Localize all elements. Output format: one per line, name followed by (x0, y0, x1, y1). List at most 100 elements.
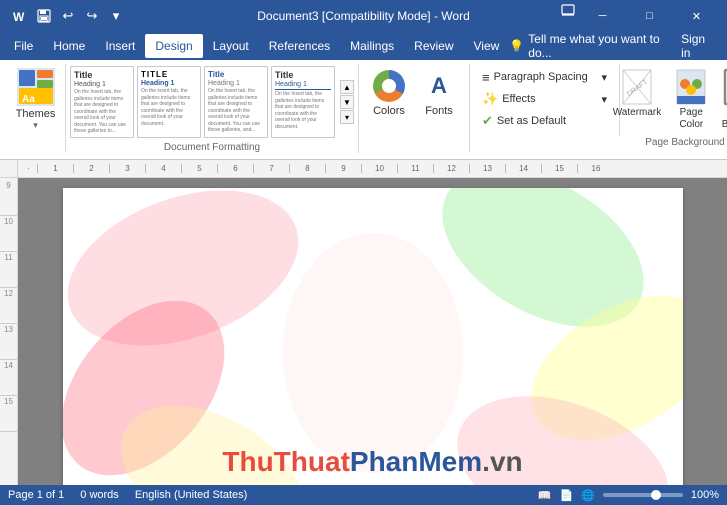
menu-design[interactable]: Design (145, 34, 202, 58)
thumb3-heading: Heading 1 (208, 80, 264, 87)
colors-fonts-group: Colors A Fonts (359, 64, 470, 152)
tell-me-text[interactable]: Tell me what you want to do... (528, 32, 673, 60)
document-content[interactable]: ThuThuatPhanMem.vn (18, 178, 727, 485)
page-color-icon (673, 68, 709, 106)
effects-arrow: ▾ (601, 93, 607, 106)
doc-formatting-content: Title Heading 1 On the Insert tab, the g… (70, 66, 354, 138)
page-bg-buttons: DRAFT Watermark (609, 66, 727, 133)
zoom-thumb (651, 490, 661, 500)
page-borders-button[interactable]: PageBorders (717, 66, 727, 133)
watermark-label: Watermark (613, 107, 662, 119)
watermark-part4: vn (490, 446, 523, 477)
fonts-button[interactable]: A Fonts (415, 66, 463, 119)
horizontal-ruler: · 1 2 3 4 5 6 7 8 9 10 11 12 13 14 15 16 (18, 160, 727, 178)
effects-group: ≡ Paragraph Spacing ▾ ✨ Effects ▾ ✔ Set … (470, 64, 620, 136)
check-icon: ✔ (482, 113, 493, 129)
ruler-mark-14: 14 (0, 360, 17, 396)
page-background-floral (63, 188, 683, 485)
set-as-default-label: Set as Default (497, 115, 566, 127)
page-background-label: Page Background (628, 135, 727, 148)
colors-button[interactable]: Colors (365, 66, 413, 119)
thumb1-title: Title (74, 70, 130, 80)
tell-me[interactable]: 💡 Tell me what you want to do... (509, 32, 673, 60)
svg-text:W: W (13, 10, 25, 24)
thumb2-heading: Heading 1 (141, 80, 197, 87)
customize-qat-icon[interactable]: ▾ (106, 6, 126, 26)
doc-format-thumbs: Title Heading 1 On the Insert tab, the g… (70, 66, 354, 138)
title-bar: W ↩ ↪ ▾ Document3 [Compatibility Mode] -… (0, 0, 727, 32)
thumb1-heading: Heading 1 (74, 81, 130, 88)
ruler-mark-11: 11 (0, 252, 17, 288)
doc-format-thumb-4[interactable]: Title Heading 1 On the Insert tab, the g… (271, 66, 335, 138)
menu-references[interactable]: References (259, 34, 340, 58)
thumb3-text: On the Insert tab, the galleries include… (208, 88, 264, 134)
doc-formatting-group: Title Heading 1 On the Insert tab, the g… (66, 64, 359, 153)
redo-icon[interactable]: ↪ (82, 6, 102, 26)
scroll-down-button[interactable]: ▼ (340, 95, 354, 109)
paragraph-spacing-button[interactable]: ≡ Paragraph Spacing ▾ (478, 66, 611, 88)
menu-review[interactable]: Review (404, 34, 463, 58)
ruler-mark-12: 12 (0, 288, 17, 324)
word-icon: W (8, 6, 28, 26)
sign-in-button[interactable]: Sign in (673, 30, 723, 62)
colors-fonts-content: Colors A Fonts (365, 66, 463, 148)
doc-area: 9 10 11 12 13 14 15 (0, 178, 727, 485)
print-layout-icon[interactable]: 📄 (559, 489, 573, 502)
doc-format-thumb-2[interactable]: TITLE Heading 1 On the insert tab, the g… (137, 66, 201, 138)
svg-text:Aa: Aa (22, 94, 35, 105)
doc-format-thumb-3[interactable]: Title Heading 1 On the Insert tab, the g… (204, 66, 268, 138)
paragraph-spacing-arrow: ▾ (601, 71, 607, 84)
window-title: Document3 [Compatibility Mode] - Word (257, 9, 470, 23)
color-circle-inner (382, 79, 396, 93)
read-mode-icon[interactable]: 📖 (538, 489, 552, 502)
doc-format-thumb-1[interactable]: Title Heading 1 On the Insert tab, the g… (70, 66, 134, 138)
menu-view[interactable]: View (464, 34, 510, 58)
themes-icon: Aa (17, 68, 55, 106)
page-count: Page 1 of 1 (8, 489, 64, 501)
menu-mailings[interactable]: Mailings (340, 34, 404, 58)
zoom-slider[interactable] (603, 493, 683, 497)
menu-home[interactable]: Home (43, 34, 95, 58)
save-icon[interactable] (34, 6, 54, 26)
thumb-scroll: ▲ ▼ ▾ (340, 80, 354, 124)
ruler-container: · 1 2 3 4 5 6 7 8 9 10 11 12 13 14 15 16 (0, 160, 727, 178)
minimize-button[interactable]: ─ (580, 0, 625, 32)
watermark-brand-text: ThuThuatPhanMem.vn (222, 446, 522, 478)
doc-formatting-label: Document Formatting (164, 142, 260, 153)
zoom-level: 100% (691, 489, 719, 501)
scroll-up-button[interactable]: ▲ (340, 80, 354, 94)
menu-layout[interactable]: Layout (203, 34, 259, 58)
thumb4-text: On the Insert tab, the galleries include… (275, 91, 331, 130)
scroll-expand-button[interactable]: ▾ (340, 110, 354, 124)
themes-button[interactable]: Aa Themes ▾ (11, 66, 61, 133)
maximize-button[interactable]: □ (627, 0, 672, 32)
ruler-mark-9: 9 (0, 180, 17, 216)
document-page[interactable]: ThuThuatPhanMem.vn (63, 188, 683, 485)
thumb2-title: TITLE (141, 70, 197, 79)
watermark-icon: DRAFT (619, 68, 655, 106)
effects-icon: ✨ (482, 91, 498, 107)
thumb4-title: Title (275, 70, 331, 80)
thumb3-title: Title (208, 70, 264, 79)
status-left: Page 1 of 1 0 words English (United Stat… (8, 489, 247, 501)
page-borders-icon (721, 68, 727, 106)
undo-icon[interactable]: ↩ (58, 6, 78, 26)
effects-button[interactable]: ✨ Effects ▾ (478, 88, 611, 110)
watermark-part1: ThuThuat (222, 446, 350, 477)
menu-insert[interactable]: Insert (95, 34, 145, 58)
ruler-mark-15: 15 (0, 396, 17, 432)
fonts-icon: A (421, 68, 457, 104)
page-color-button[interactable]: PageColor (669, 66, 713, 133)
status-right: 📖 📄 🌐 100% (538, 489, 719, 502)
thumb2-text: On the insert tab, the galleries include… (141, 88, 197, 127)
menu-file[interactable]: File (4, 34, 43, 58)
quick-access-toolbar: ↩ ↪ ▾ (34, 6, 126, 26)
page-background-group: DRAFT Watermark (620, 64, 727, 152)
colors-label: Colors (373, 105, 405, 117)
set-as-default-button[interactable]: ✔ Set as Default (478, 110, 611, 132)
ruler-corner (0, 160, 18, 177)
watermark-part2: PhanMem (350, 446, 482, 477)
close-button[interactable]: ✕ (674, 0, 719, 32)
web-layout-icon[interactable]: 🌐 (581, 489, 595, 502)
watermark-button[interactable]: DRAFT Watermark (609, 66, 666, 133)
